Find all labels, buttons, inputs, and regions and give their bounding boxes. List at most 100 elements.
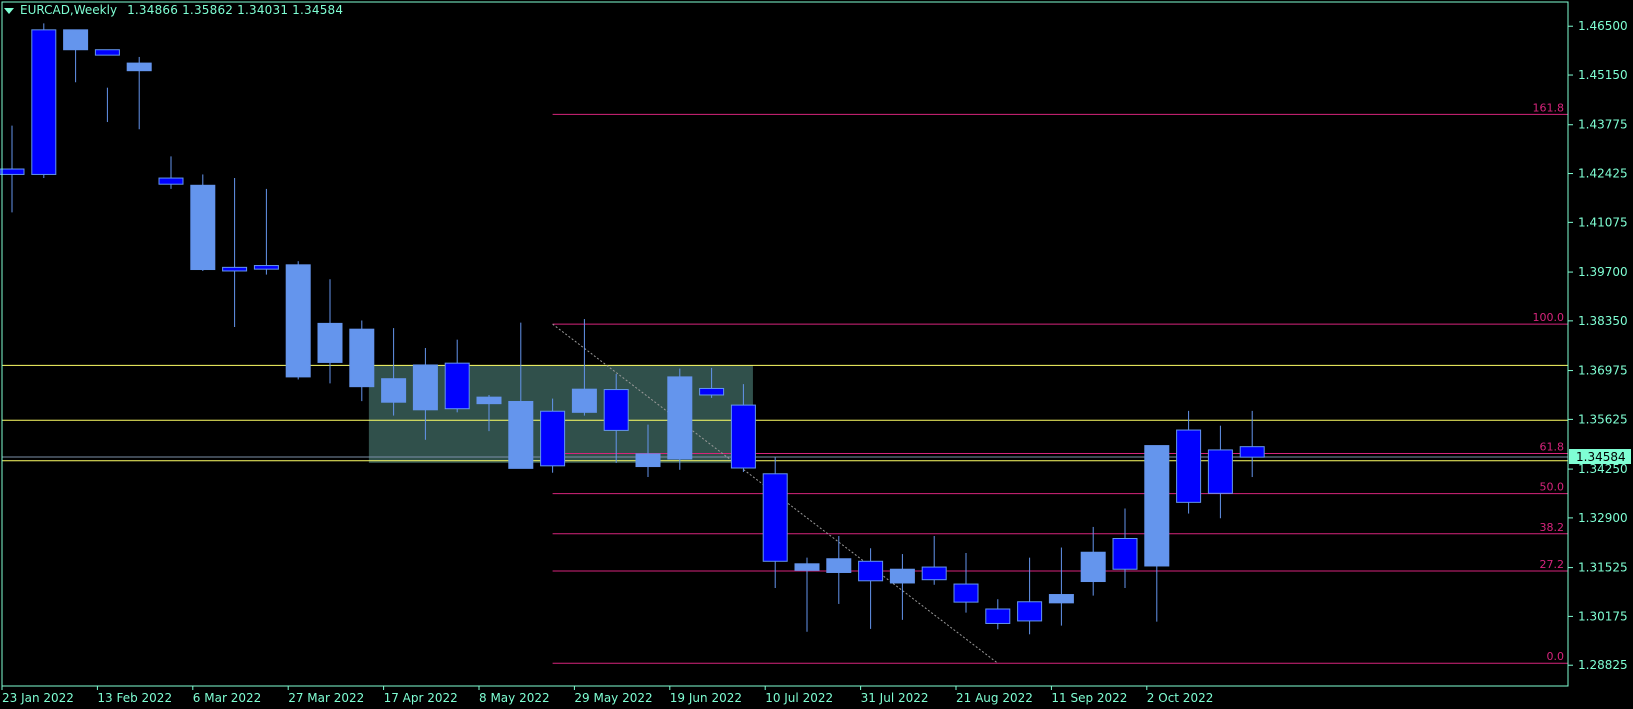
current-price-tag: 1.34584 [1569, 449, 1631, 465]
candle-body [953, 583, 979, 603]
fib-level-label: 50.0 [1540, 481, 1565, 494]
time-tick-label: 11 Sep 2022 [1051, 691, 1127, 705]
time-tick-label: 13 Feb 2022 [97, 691, 172, 705]
candle-body [412, 364, 438, 411]
candle [222, 178, 248, 328]
candle-body [762, 473, 788, 562]
time-tick-label: 2 Oct 2022 [1147, 691, 1214, 705]
candle [253, 188, 279, 275]
price-tick-label: 1.42425 [1578, 167, 1628, 181]
candle [1112, 508, 1138, 589]
time-tick-label: 23 Jan 2022 [2, 691, 74, 705]
time-tick-label: 10 Jul 2022 [765, 691, 833, 705]
candle-body [571, 388, 597, 413]
time-tick-label: 17 Apr 2022 [384, 691, 458, 705]
time-tick-label: 29 May 2022 [574, 691, 652, 705]
price-chart[interactable]: 161.8 100.0 61.8 50.0 38.2 27.2 0.0 1.46500 1.4… [0, 0, 1633, 709]
candle-body [667, 376, 693, 460]
price-tick-label: 1.32900 [1578, 511, 1628, 525]
candle-body [349, 328, 375, 388]
fib-level-label: 0.0 [1547, 650, 1565, 663]
candle [94, 49, 120, 123]
candle [953, 552, 979, 613]
candle-body [1176, 429, 1202, 503]
price-tick-label: 1.31525 [1578, 561, 1628, 575]
candle [921, 535, 947, 585]
chart-frame [1, 1, 1569, 687]
time-tick-label: 27 Mar 2022 [288, 691, 364, 705]
price-tick-label: 1.30175 [1578, 609, 1628, 623]
candle-body [635, 453, 661, 468]
candle-body [94, 49, 120, 56]
time-tick-label: 21 Aug 2022 [956, 691, 1033, 705]
price-tick-label: 1.34250 [1578, 462, 1628, 476]
candle-body [126, 62, 152, 72]
candle [63, 29, 89, 83]
candle-body [476, 396, 502, 405]
candle-body [190, 184, 216, 271]
candle-body [826, 558, 852, 573]
fib-level-label: 38.2 [1540, 521, 1565, 534]
price-tick-label: 1.28825 [1578, 658, 1628, 672]
candle-body [921, 566, 947, 581]
time-axis: 23 Jan 2022 13 Feb 2022 6 Mar 2022 27 Mar 2… [1, 686, 1214, 705]
candle-body [889, 568, 915, 584]
candle-body [381, 378, 407, 403]
candle-body [253, 265, 279, 270]
candle-body [730, 404, 756, 469]
candle-body [317, 322, 343, 363]
fib-level-label: 27.2 [1540, 558, 1565, 571]
price-tick-label: 1.35625 [1578, 412, 1628, 426]
horizontal-levels-layer [2, 364, 1568, 462]
candle-body [985, 608, 1011, 624]
candle [444, 339, 470, 413]
candle-body [1112, 537, 1138, 570]
candle [126, 56, 152, 130]
candle [794, 557, 820, 632]
price-tick-label: 1.38350 [1578, 314, 1628, 328]
price-tick-label: 1.46500 [1578, 19, 1628, 33]
candle [1207, 425, 1233, 519]
candle [1239, 410, 1265, 478]
price-tag-text: 1.34584 [1576, 450, 1626, 464]
candle-body [1207, 449, 1233, 494]
candle-body [31, 29, 57, 175]
candle-body [1017, 601, 1043, 622]
candle-body [158, 177, 184, 185]
candle [1080, 526, 1106, 596]
candle-body [63, 29, 89, 51]
candle [1144, 445, 1170, 622]
candle-body [540, 410, 566, 467]
candle [285, 261, 311, 380]
candle-body [1080, 551, 1106, 583]
candle-body [858, 560, 884, 582]
price-tick-label: 1.43775 [1578, 118, 1628, 132]
candle [762, 457, 788, 589]
time-tick-label: 6 Mar 2022 [193, 691, 261, 705]
candle [1176, 410, 1202, 514]
candle [1048, 547, 1074, 626]
candle [1017, 557, 1043, 635]
candle [985, 599, 1011, 630]
candle [317, 279, 343, 384]
candles-layer [0, 23, 1265, 635]
candle [667, 368, 693, 470]
candle [158, 156, 184, 189]
candle [0, 125, 25, 213]
fib-level-label: 61.8 [1540, 441, 1565, 454]
price-tick-label: 1.45150 [1578, 68, 1628, 82]
plot-border [1, 1, 1569, 687]
price-tick-label: 1.41075 [1578, 215, 1628, 229]
price-tick-label: 1.36975 [1578, 364, 1628, 378]
candle [31, 23, 57, 179]
candle [889, 554, 915, 620]
candle-body [603, 389, 629, 431]
candle-body [0, 168, 25, 175]
candle-body [794, 563, 820, 571]
fib-level-label: 161.8 [1533, 101, 1565, 114]
candle-body [444, 362, 470, 410]
fib-level-label: 100.0 [1533, 311, 1565, 324]
time-tick-label: 31 Jul 2022 [861, 691, 929, 705]
candle [190, 174, 216, 271]
candle-body [1144, 445, 1170, 567]
